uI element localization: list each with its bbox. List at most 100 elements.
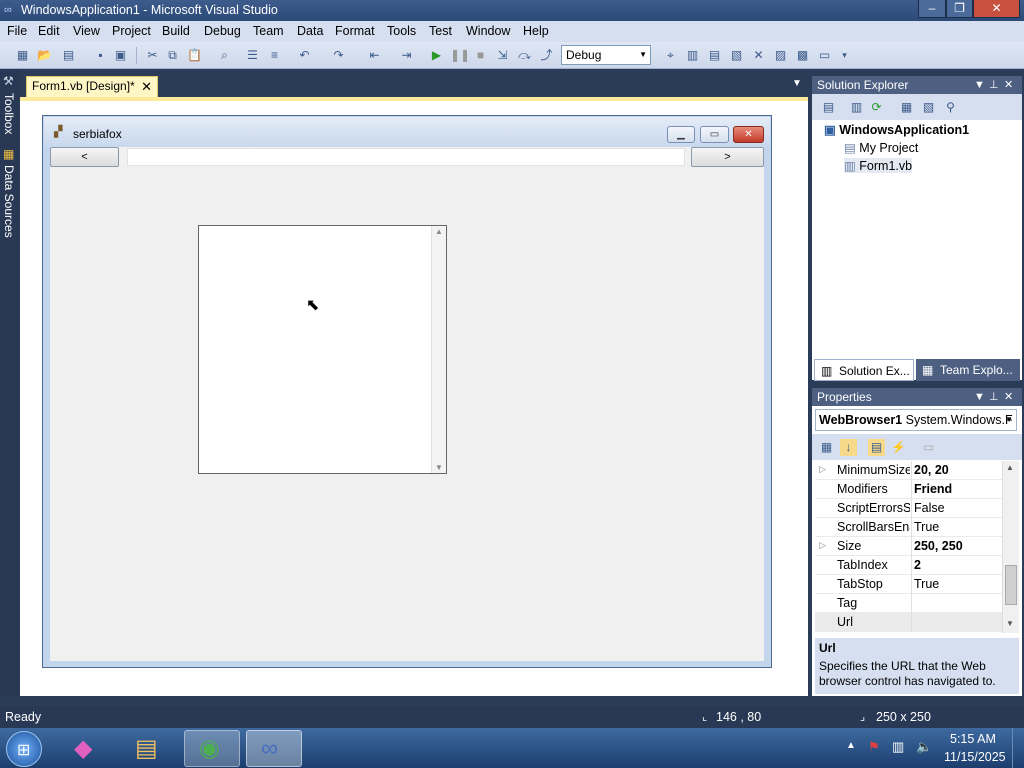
team-explorer-icon[interactable]: ▨ (772, 47, 789, 64)
property-grid-scrollbar[interactable]: ▲ ▼ (1002, 461, 1019, 633)
properties-window-icon[interactable]: ▤ (706, 47, 723, 64)
menu-test[interactable]: Test (429, 24, 452, 38)
property-row[interactable]: ScriptErrorsSu False (815, 499, 1002, 518)
solution-configuration-select[interactable]: Debug ▼ (561, 45, 651, 65)
clock-date[interactable]: 11/15/2025 (944, 750, 1006, 764)
scroll-up-icon[interactable]: ▲ (1006, 463, 1014, 472)
cut-icon[interactable]: ✂ (144, 47, 161, 64)
expand-icon[interactable]: ▷ (819, 540, 826, 551)
show-desktop-button[interactable] (1012, 728, 1024, 768)
toolbox-tab[interactable]: Toolbox (2, 93, 16, 134)
taskbar-app-1[interactable]: ◆ (62, 730, 118, 767)
tree-item-form1[interactable]: ▥ Form1.vb (844, 158, 913, 173)
property-row[interactable]: ▷ MinimumSize 20, 20 (815, 461, 1002, 480)
menu-help[interactable]: Help (523, 24, 549, 38)
property-value[interactable]: False (914, 501, 945, 515)
toolbox-icon[interactable]: ✕ (750, 47, 767, 64)
navigate-back-icon[interactable]: ⇤ (366, 47, 383, 64)
view-designer-icon[interactable]: ▧ (920, 99, 937, 116)
taskbar-browser[interactable]: ◉ (184, 730, 240, 767)
tree-item-my-project[interactable]: ▤ My Project (844, 140, 918, 155)
menu-file[interactable]: File (7, 24, 27, 38)
command-window-icon[interactable]: ▭ (816, 47, 833, 64)
close-icon[interactable]: ✕ (1004, 76, 1013, 94)
close-button[interactable]: ✕ (973, 0, 1020, 18)
class-diagram-icon[interactable]: ⚲ (942, 99, 959, 116)
add-item-icon[interactable]: ▤ (60, 47, 77, 64)
property-value[interactable]: 250, 250 (914, 539, 963, 553)
menu-window[interactable]: Window (466, 24, 510, 38)
volume-muted-icon[interactable]: 🔈 (916, 739, 932, 755)
property-row[interactable]: TabIndex 2 (815, 556, 1002, 575)
form-close-button[interactable]: ✕ (733, 126, 764, 143)
tab-form1-design[interactable]: Form1.vb [Design]* ✕ (26, 76, 158, 97)
menu-project[interactable]: Project (112, 24, 151, 38)
object-selector[interactable]: WebBrowser1 System.Windows.F ▼ (815, 409, 1017, 431)
save-all-icon[interactable]: ▣ (112, 47, 129, 64)
form-maximize-button[interactable]: ▭ (700, 126, 729, 143)
menu-build[interactable]: Build (162, 24, 190, 38)
property-row[interactable]: Tag (815, 594, 1002, 613)
solution-explorer-icon[interactable]: ▥ (684, 47, 701, 64)
tree-item-solution[interactable]: ▣ WindowsApplication1 (824, 122, 969, 137)
scroll-thumb[interactable] (1005, 565, 1017, 605)
menu-edit[interactable]: Edit (38, 24, 60, 38)
save-icon[interactable]: ▪ (92, 47, 109, 64)
scroll-down-icon[interactable]: ▼ (435, 463, 443, 472)
url-textbox[interactable] (127, 148, 685, 166)
property-pages-icon[interactable]: ▭ (920, 439, 937, 456)
scroll-up-icon[interactable]: ▲ (435, 227, 443, 236)
scroll-down-icon[interactable]: ▼ (1006, 619, 1014, 628)
new-project-icon[interactable]: ▦ (14, 47, 31, 64)
property-value[interactable]: True (914, 520, 939, 534)
redo-icon[interactable]: ↷ (330, 47, 347, 64)
events-icon[interactable]: ⚡ (890, 439, 907, 456)
close-icon[interactable]: ✕ (1004, 388, 1013, 406)
tab-dropdown-icon[interactable]: ▼ (792, 78, 802, 89)
form-minimize-button[interactable]: ▁ (667, 126, 695, 143)
property-row[interactable]: ScrollBarsEnal True (815, 518, 1002, 537)
pause-icon[interactable]: ❚❚ (450, 47, 470, 64)
menu-view[interactable]: View (73, 24, 100, 38)
undo-icon[interactable]: ↶ (296, 47, 313, 64)
tray-expand-icon[interactable]: ▲ (846, 740, 856, 751)
start-button[interactable]: ⊞ (6, 731, 42, 767)
webbrowser-control[interactable]: ▲ ▼ (198, 225, 447, 474)
toolbar-overflow-icon[interactable]: ▾ (836, 47, 853, 64)
find-icon[interactable]: ⌕ (216, 47, 233, 64)
panel-menu-icon[interactable]: ▼ (974, 388, 985, 406)
stop-icon[interactable]: ■ (472, 47, 489, 64)
step-over-icon[interactable]: ⤼ (516, 47, 533, 64)
start-debug-icon[interactable]: ▶ (428, 47, 445, 64)
property-value[interactable]: True (914, 577, 939, 591)
expand-icon[interactable]: ▷ (819, 464, 826, 475)
property-row[interactable]: Modifiers Friend (815, 480, 1002, 499)
step-out-icon[interactable]: ⤴ (538, 47, 555, 64)
clock-time[interactable]: 5:15 AM (950, 732, 996, 746)
align-icon[interactable]: ☰ (244, 47, 261, 64)
taskbar-visual-studio[interactable]: ∞ (246, 730, 302, 767)
property-value[interactable]: Friend (914, 482, 952, 496)
menu-debug[interactable]: Debug (204, 24, 241, 38)
property-row[interactable]: TabStop True (815, 575, 1002, 594)
menu-format[interactable]: Format (335, 24, 375, 38)
designer-form[interactable]: ▞ serbiafox ▁ ▭ ✕ < > ▲ ▼ (42, 115, 772, 668)
close-tab-icon[interactable]: ✕ (141, 77, 152, 96)
form-client-area[interactable]: < > ▲ ▼ (50, 147, 764, 661)
open-folder-icon[interactable]: 📂 (36, 47, 53, 64)
view-code-icon[interactable]: ▦ (898, 99, 915, 116)
network-icon[interactable]: ▥ (892, 739, 904, 755)
action-center-icon[interactable]: ⚑ (868, 739, 880, 755)
tab-solution-explorer[interactable]: ▥ Solution Ex... (814, 359, 914, 381)
menu-data[interactable]: Data (297, 24, 323, 38)
menu-team[interactable]: Team (253, 24, 284, 38)
properties-view-icon[interactable]: ▤ (868, 439, 885, 456)
find-in-files-icon[interactable]: ⌖ (662, 47, 679, 64)
navigate-forward-icon[interactable]: ⇥ (398, 47, 415, 64)
property-row[interactable]: ▷ Size 250, 250 (815, 537, 1002, 556)
paste-icon[interactable]: 📋 (186, 47, 203, 64)
vertical-scrollbar[interactable]: ▲ ▼ (431, 226, 446, 473)
pin-icon[interactable]: ⊥ (989, 388, 999, 406)
back-button[interactable]: < (50, 147, 119, 167)
property-row-selected[interactable]: Url (815, 613, 1002, 632)
